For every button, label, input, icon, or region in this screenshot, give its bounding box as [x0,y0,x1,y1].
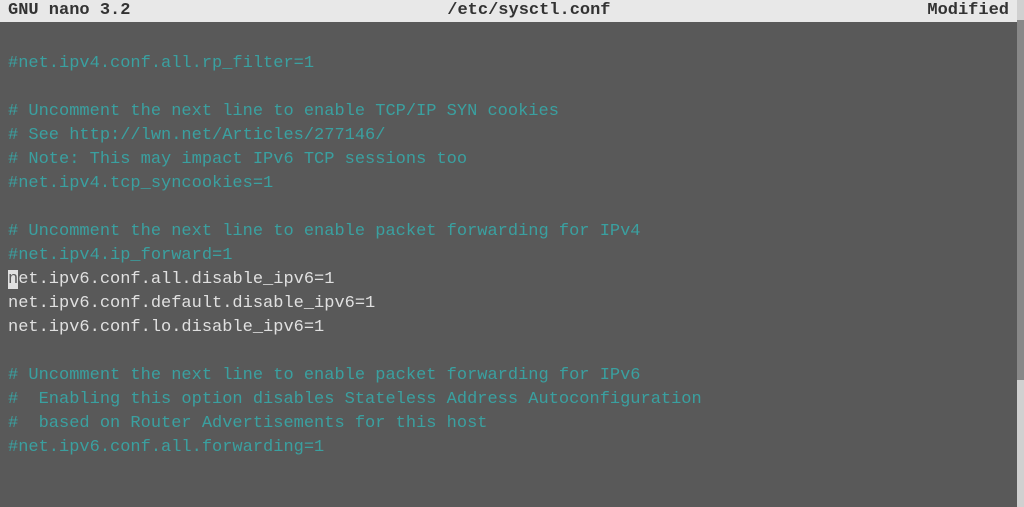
cursor: n [8,270,18,289]
editor-line [8,460,1009,484]
editor-line: # Uncomment the next line to enable TCP/… [8,100,1009,124]
editor-line: # Enabling this option disables Stateles… [8,388,1009,412]
editor-line: #net.ipv4.conf.all.rp_filter=1 [8,52,1009,76]
editor-line: # based on Router Advertisements for thi… [8,412,1009,436]
app-name: GNU nano 3.2 [8,0,130,22]
scrollbar-track[interactable] [1017,0,1024,507]
editor-line: #net.ipv4.ip_forward=1 [8,244,1009,268]
editor-line [8,340,1009,364]
editor-line: # Uncomment the next line to enable pack… [8,364,1009,388]
editor-line: #net.ipv6.conf.all.forwarding=1 [8,436,1009,460]
modified-status: Modified [927,0,1009,22]
editor-line: net.ipv6.conf.default.disable_ipv6=1 [8,292,1009,316]
filename: /etc/sysctl.conf [130,0,927,22]
titlebar: GNU nano 3.2 /etc/sysctl.conf Modified [0,0,1017,22]
scrollbar-thumb[interactable] [1017,20,1024,380]
editor-line [8,196,1009,220]
editor-line: # Uncomment the next line to enable pack… [8,220,1009,244]
editor-line: # Note: This may impact IPv6 TCP session… [8,148,1009,172]
editor-area[interactable]: #net.ipv4.conf.all.rp_filter=1 # Uncomme… [0,22,1017,507]
editor-line: net.ipv6.conf.all.disable_ipv6=1 [8,268,1009,292]
editor-line [8,28,1009,52]
nano-editor[interactable]: GNU nano 3.2 /etc/sysctl.conf Modified #… [0,0,1017,507]
editor-line [8,76,1009,100]
editor-line: #net.ipv4.tcp_syncookies=1 [8,172,1009,196]
editor-line: net.ipv6.conf.lo.disable_ipv6=1 [8,316,1009,340]
editor-line: # See http://lwn.net/Articles/277146/ [8,124,1009,148]
